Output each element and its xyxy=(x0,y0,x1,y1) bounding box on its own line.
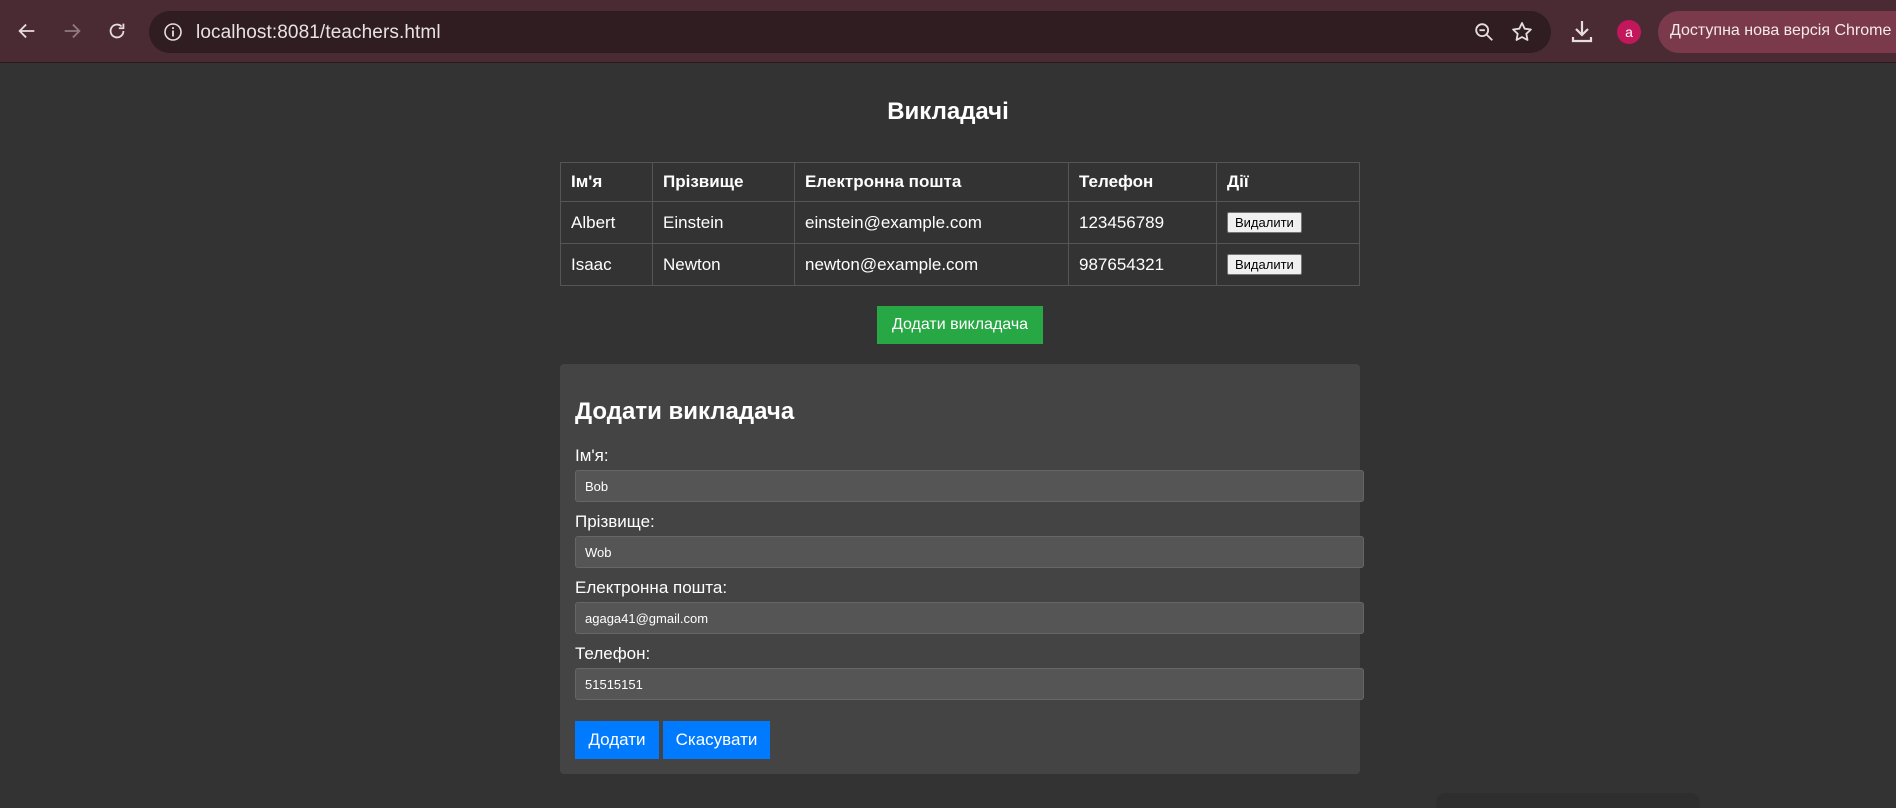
last-name-field[interactable] xyxy=(575,536,1364,568)
cell-first-name: Albert xyxy=(560,201,653,244)
last-name-label: Прізвище: xyxy=(575,512,655,531)
zoom-icon[interactable] xyxy=(1473,21,1495,43)
submit-button[interactable]: Додати xyxy=(575,721,659,759)
forward-icon xyxy=(64,23,81,39)
cell-last-name: Newton xyxy=(652,243,795,286)
chrome-update-button[interactable]: Доступна нова версія Chrome xyxy=(1658,11,1896,53)
browser-toolbar: localhost:8081/teachers.html a Доступна … xyxy=(0,0,1896,63)
column-header-phone: Телефон xyxy=(1068,162,1217,202)
email-label: Електронна пошта: xyxy=(575,578,728,597)
column-header-first-name: Ім'я xyxy=(560,162,653,202)
cell-email: einstein@example.com xyxy=(794,201,1069,244)
cell-phone: 987654321 xyxy=(1068,243,1217,286)
info-icon[interactable] xyxy=(163,22,183,42)
table-row: Isaac Newton newton@example.com 98765432… xyxy=(560,243,1360,286)
form-heading: Додати викладача xyxy=(575,398,795,425)
teachers-table: Ім'я Прізвище Електронна пошта Телефон Д… xyxy=(560,162,1360,286)
cell-first-name: Isaac xyxy=(560,243,653,286)
table-header-row: Ім'я Прізвище Електронна пошта Телефон Д… xyxy=(560,162,1360,202)
reload-button[interactable] xyxy=(102,13,132,49)
first-name-label: Ім'я: xyxy=(575,446,609,465)
phone-label: Телефон: xyxy=(575,644,651,663)
column-header-last-name: Прізвище xyxy=(652,162,795,202)
address-bar[interactable]: localhost:8081/teachers.html xyxy=(149,11,1551,53)
cell-actions: Видалити xyxy=(1216,201,1360,244)
column-header-email: Електронна пошта xyxy=(794,162,1069,202)
add-teacher-button[interactable]: Додати викладача xyxy=(877,306,1043,344)
star-icon[interactable] xyxy=(1510,20,1534,44)
cell-actions: Видалити xyxy=(1216,243,1360,286)
column-header-actions: Дії xyxy=(1216,162,1360,202)
cancel-button[interactable]: Скасувати xyxy=(663,721,770,759)
delete-button[interactable]: Видалити xyxy=(1227,212,1302,233)
cell-phone: 123456789 xyxy=(1068,201,1217,244)
cell-last-name: Einstein xyxy=(652,201,795,244)
profile-avatar[interactable]: a xyxy=(1617,20,1641,44)
add-teacher-form: Додати викладача Ім'я: Прізвище: Електро… xyxy=(560,364,1364,774)
cell-email: newton@example.com xyxy=(794,243,1069,286)
offscreen-popup-edge xyxy=(1436,793,1700,808)
delete-button[interactable]: Видалити xyxy=(1227,254,1302,275)
back-button[interactable] xyxy=(12,13,42,49)
download-icon[interactable] xyxy=(1569,18,1595,44)
url-text[interactable]: localhost:8081/teachers.html xyxy=(196,22,441,44)
back-icon xyxy=(18,23,35,39)
email-field[interactable] xyxy=(575,602,1364,634)
table-row: Albert Einstein einstein@example.com 123… xyxy=(560,201,1360,244)
reload-icon xyxy=(109,23,125,39)
page-title: Викладачі xyxy=(887,98,1009,125)
forward-button[interactable] xyxy=(57,13,87,49)
phone-field[interactable] xyxy=(575,668,1364,700)
first-name-field[interactable] xyxy=(575,470,1364,502)
